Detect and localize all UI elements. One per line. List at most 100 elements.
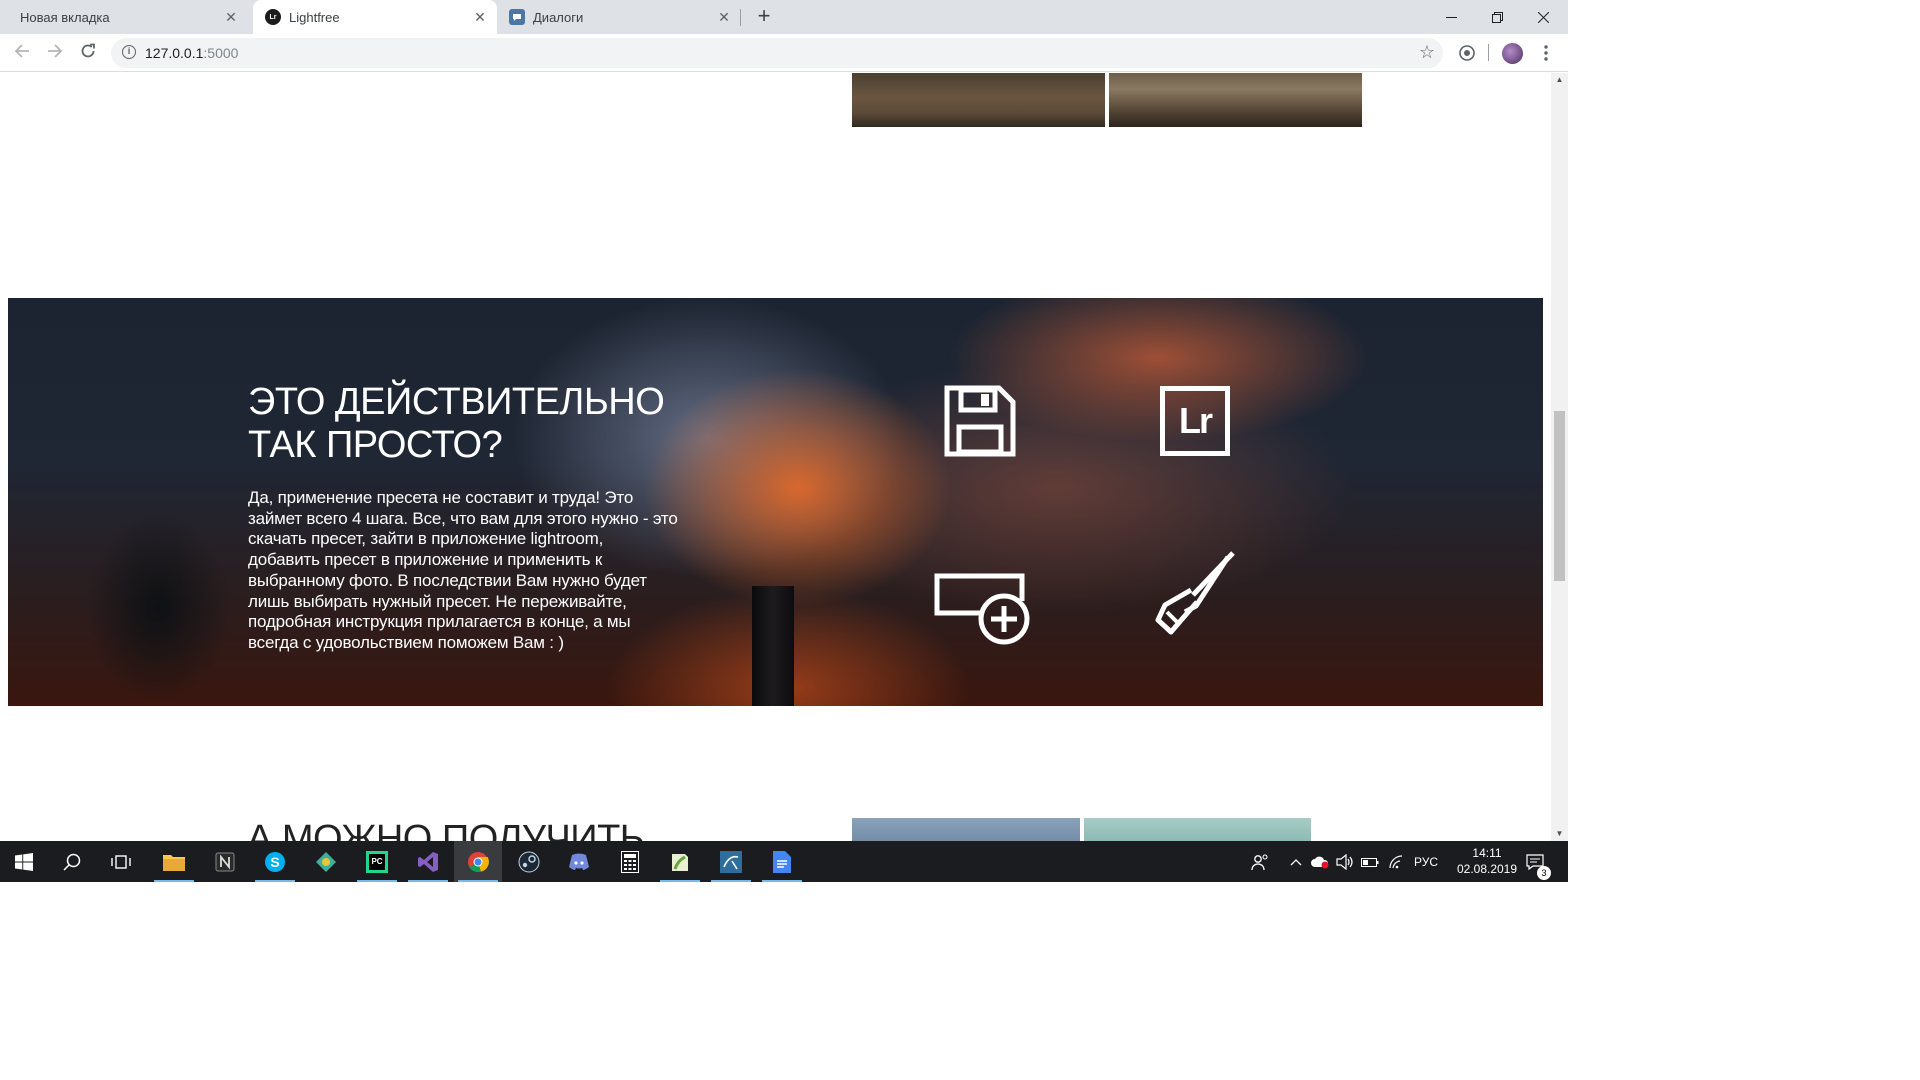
notepad-plus-plus-icon bbox=[672, 853, 688, 871]
next-section-heading: А МОЖНО ПОЛУЧИТЬ bbox=[247, 818, 645, 841]
extension-icon[interactable] bbox=[1456, 42, 1478, 64]
mysql-workbench-app[interactable] bbox=[707, 841, 755, 882]
chat-favicon-icon bbox=[509, 9, 525, 25]
close-icon bbox=[1537, 11, 1549, 23]
toolbar-separator bbox=[1488, 44, 1489, 61]
chrome-icon bbox=[468, 851, 489, 872]
scroll-down-arrow-icon[interactable]: ▼ bbox=[1551, 827, 1568, 841]
notion-app[interactable] bbox=[201, 841, 249, 882]
scroll-up-arrow-icon[interactable]: ▲ bbox=[1551, 73, 1568, 87]
tab-title: Новая вкладка bbox=[20, 9, 110, 25]
git-tool-icon bbox=[316, 851, 336, 872]
notion-icon bbox=[215, 852, 235, 871]
new-tab-button[interactable]: + bbox=[752, 5, 776, 29]
minimize-button[interactable] bbox=[1428, 0, 1474, 34]
banner-title-line-2: ТАК ПРОСТО? bbox=[248, 424, 503, 466]
lightroom-favicon-icon: Lr bbox=[265, 9, 281, 25]
clock-date: 02.08.2019 bbox=[1456, 862, 1518, 876]
banner-title-line-1: ЭТО ДЕЙСТВИТЕЛЬНО bbox=[248, 381, 665, 423]
chrome-app[interactable] bbox=[454, 841, 502, 882]
tab-new-tab[interactable]: Новая вкладка ✕ bbox=[8, 0, 248, 34]
svg-text:S: S bbox=[270, 854, 279, 870]
windows-logo-icon bbox=[15, 852, 33, 871]
volume-icon[interactable] bbox=[1336, 841, 1354, 882]
search-icon bbox=[63, 853, 81, 871]
url-port: :5000 bbox=[203, 45, 239, 61]
google-docs-app[interactable] bbox=[758, 841, 806, 882]
save-icon bbox=[944, 385, 1016, 457]
clock-time: 14:11 bbox=[1472, 846, 1502, 860]
tab-lightfree[interactable]: Lr Lightfree ✕ bbox=[253, 0, 497, 34]
landscape-photo bbox=[1109, 73, 1362, 127]
skype-icon: S bbox=[265, 851, 285, 872]
address-bar[interactable]: i 127.0.0.1:5000 ☆ bbox=[111, 38, 1443, 68]
search-button[interactable] bbox=[48, 841, 96, 882]
steam-app[interactable] bbox=[505, 841, 553, 882]
pycharm-app[interactable]: PC bbox=[353, 841, 401, 882]
how-simple-banner: ЭТО ДЕЙСТВИТЕЛЬНО ТАК ПРОСТО? Да, примен… bbox=[8, 298, 1543, 706]
visual-studio-icon bbox=[418, 851, 438, 872]
battery-icon[interactable] bbox=[1361, 841, 1379, 882]
input-language[interactable]: РУС bbox=[1414, 841, 1438, 882]
url-host: 127.0.0.1 bbox=[145, 45, 204, 61]
back-arrow-icon bbox=[14, 44, 29, 58]
steam-icon bbox=[518, 851, 540, 872]
show-hidden-icons-chevron-icon[interactable] bbox=[1290, 841, 1302, 882]
brush-icon bbox=[1153, 550, 1237, 636]
discord-app[interactable] bbox=[555, 841, 603, 882]
clock[interactable]: 14:11 02.08.2019 bbox=[1452, 845, 1522, 877]
pycharm-icon: PC bbox=[366, 850, 388, 873]
close-icon[interactable]: ✕ bbox=[717, 10, 731, 24]
tree-silhouette bbox=[48, 468, 268, 706]
tab-title: Lightfree bbox=[289, 9, 340, 25]
restore-button[interactable] bbox=[1474, 0, 1520, 34]
reload-button[interactable] bbox=[76, 41, 100, 65]
add-preset-icon bbox=[934, 573, 1034, 648]
task-view-icon bbox=[111, 854, 131, 869]
restore-icon bbox=[1491, 11, 1503, 23]
skype-app[interactable]: S bbox=[251, 841, 299, 882]
calculator-icon bbox=[621, 850, 639, 873]
visual-studio-app[interactable] bbox=[404, 841, 452, 882]
menu-icon[interactable] bbox=[1535, 42, 1557, 64]
browser-toolbar: i 127.0.0.1:5000 ☆ bbox=[0, 34, 1568, 72]
network-icon[interactable] bbox=[1388, 841, 1404, 882]
minimize-icon bbox=[1445, 16, 1457, 18]
onedrive-icon[interactable] bbox=[1310, 841, 1330, 882]
preview-photo bbox=[1084, 818, 1311, 841]
google-docs-icon bbox=[773, 850, 791, 873]
page-viewport: ЭТО ДЕЙСТВИТЕЛЬНО ТАК ПРОСТО? Да, примен… bbox=[0, 73, 1551, 841]
close-icon[interactable]: ✕ bbox=[224, 10, 238, 24]
tab-dialogs[interactable]: Диалоги ✕ bbox=[497, 0, 741, 34]
reload-icon bbox=[81, 43, 95, 58]
close-icon[interactable]: ✕ bbox=[473, 10, 487, 24]
site-info-icon[interactable]: i bbox=[122, 45, 136, 59]
file-explorer-app[interactable] bbox=[150, 841, 198, 882]
banner-title: ЭТО ДЕЙСТВИТЕЛЬНО ТАК ПРОСТО? bbox=[248, 381, 708, 467]
lightroom-logo: Lr bbox=[1160, 386, 1230, 456]
banner-description: Да, применение пресета не составит и тру… bbox=[248, 488, 678, 652]
tab-title: Диалоги bbox=[533, 9, 584, 25]
close-window-button[interactable] bbox=[1520, 0, 1566, 34]
scrollbar-thumb[interactable] bbox=[1554, 411, 1565, 581]
url-text: 127.0.0.1:5000 bbox=[145, 45, 238, 61]
profile-avatar[interactable] bbox=[1502, 43, 1523, 64]
start-button[interactable] bbox=[0, 841, 48, 882]
folder-icon bbox=[163, 854, 185, 871]
task-view-button[interactable] bbox=[97, 841, 145, 882]
preview-photo bbox=[852, 818, 1080, 841]
page-scrollbar[interactable]: ▲ ▼ bbox=[1551, 73, 1568, 841]
forward-arrow-icon bbox=[48, 44, 63, 58]
clipped-paragraph-line bbox=[247, 73, 252, 81]
landscape-photo bbox=[852, 73, 1105, 127]
forward-button[interactable] bbox=[43, 41, 67, 65]
calculator-app[interactable] bbox=[606, 841, 654, 882]
git-tool-app[interactable] bbox=[302, 841, 350, 882]
people-icon[interactable] bbox=[1251, 841, 1269, 882]
bookmark-star-icon[interactable]: ☆ bbox=[1419, 42, 1435, 63]
svg-text:PC: PC bbox=[371, 857, 382, 866]
notepad-plus-plus-app[interactable] bbox=[656, 841, 704, 882]
tab-separator bbox=[740, 9, 741, 26]
lightroom-icon: Lr bbox=[1159, 385, 1231, 457]
back-button[interactable] bbox=[10, 41, 34, 65]
